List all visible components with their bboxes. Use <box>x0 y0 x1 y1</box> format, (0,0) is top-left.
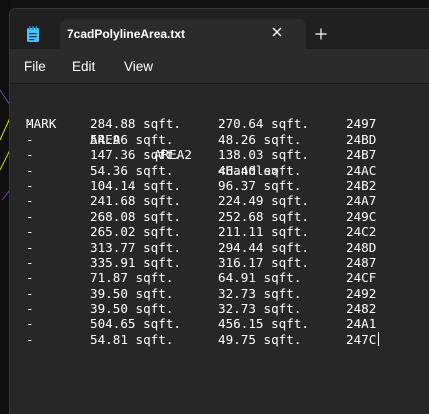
screen: 7cadPolylineArea.txt File Edit View MARK… <box>0 0 429 414</box>
row-area2: 49.75 sqft. <box>218 331 302 347</box>
tab-title: 7cadPolylineArea.txt <box>67 27 186 41</box>
row-mark: - <box>26 331 34 347</box>
row-handle: 2492 <box>346 285 377 301</box>
row-handle: 24A1 <box>346 316 377 332</box>
row-mark: - <box>26 162 34 178</box>
row-mark: - <box>26 193 34 209</box>
row-area2: 456.15 sqft. <box>218 316 309 332</box>
row-handle: 2487 <box>346 254 377 270</box>
row-handle: 24B2 <box>346 177 377 193</box>
row-mark: - <box>26 239 34 255</box>
notepad-window: 7cadPolylineArea.txt File Edit View MARK… <box>9 8 429 414</box>
row-mark: - <box>26 177 34 193</box>
text-line: - 313.77 sqft. 294.44 sqft. 248D <box>26 239 376 255</box>
text-line: - 104.14 sqft. 96.37 sqft. 24B2 <box>26 177 376 193</box>
text-line: - 54.96 sqft. 48.26 sqft. 24BD <box>26 131 376 147</box>
row-area: 39.50 sqft. <box>90 285 174 301</box>
row-mark: - <box>26 224 34 240</box>
tab-file[interactable]: 7cadPolylineArea.txt <box>60 19 306 49</box>
row-area: 147.36 sqft. <box>90 147 181 163</box>
menu-file[interactable]: File <box>24 59 46 74</box>
row-area2: 224.49 sqft. <box>218 193 309 209</box>
text-line: - 284.88 sqft. 270.64 sqft. 2497 <box>26 116 376 132</box>
row-area2: 294.44 sqft. <box>218 239 309 255</box>
row-area2: 48.26 sqft. <box>218 131 302 147</box>
text-line: - 71.87 sqft. 64.91 sqft. 24CF <box>26 270 376 286</box>
row-mark: - <box>26 316 34 332</box>
text-line: - 39.50 sqft. 32.73 sqft. 2482 <box>26 301 376 317</box>
row-area: 54.36 sqft. <box>90 162 174 178</box>
menu-edit[interactable]: Edit <box>72 59 95 74</box>
row-handle: 248D <box>346 239 377 255</box>
text-line: - 39.50 sqft. 32.73 sqft. 2492 <box>26 285 376 301</box>
row-area2: 270.64 sqft. <box>218 116 309 132</box>
row-area: 104.14 sqft. <box>90 177 181 193</box>
row-area2: 46.40 sqft. <box>218 162 302 178</box>
row-area: 335.91 sqft. <box>90 254 181 270</box>
row-area: 241.68 sqft. <box>90 193 181 209</box>
text-line: - 504.65 sqft. 456.15 sqft. 24A1 <box>26 316 376 332</box>
row-mark: - <box>26 270 34 286</box>
row-area2: 96.37 sqft. <box>218 177 302 193</box>
row-mark: - <box>26 147 34 163</box>
row-area: 54.81 sqft. <box>90 331 174 347</box>
menu-bar: File Edit View <box>10 49 429 83</box>
text-line: - 54.36 sqft. 46.40 sqft. 24AC <box>26 162 376 178</box>
row-handle: 24AC <box>346 162 377 178</box>
row-mark: - <box>26 285 34 301</box>
notepad-icon <box>26 26 40 43</box>
row-handle: 2497 <box>346 116 377 132</box>
header-line: MARK AREA AREA2 <Handle> <box>26 101 279 177</box>
close-icon[interactable] <box>268 23 286 41</box>
row-area2: 32.73 sqft. <box>218 285 302 301</box>
row-area: 71.87 sqft. <box>90 270 174 286</box>
text-line: - 265.02 sqft. 211.11 sqft. 24C2 <box>26 224 376 240</box>
row-area2: 252.68 sqft. <box>218 208 309 224</box>
title-bar: 7cadPolylineArea.txt <box>10 9 429 49</box>
row-area: 284.88 sqft. <box>90 116 181 132</box>
row-area: 54.96 sqft. <box>90 131 174 147</box>
row-mark: - <box>26 208 34 224</box>
row-mark: - <box>26 301 34 317</box>
row-area: 504.65 sqft. <box>90 316 181 332</box>
row-handle: 249C <box>346 208 377 224</box>
row-handle: 24A7 <box>346 193 377 209</box>
text-line: - 268.08 sqft. 252.68 sqft. 249C <box>26 208 376 224</box>
row-handle: 24C2 <box>346 224 377 240</box>
row-area: 39.50 sqft. <box>90 301 174 317</box>
row-mark: - <box>26 116 34 132</box>
text-line: - 335.91 sqft. 316.17 sqft. 2487 <box>26 254 376 270</box>
document-text[interactable]: MARK AREA AREA2 <Handle> - 284.88 sqft. 27… <box>26 101 379 347</box>
menu-view[interactable]: View <box>124 59 153 74</box>
row-area2: 32.73 sqft. <box>218 301 302 317</box>
row-area: 268.08 sqft. <box>90 208 181 224</box>
text-line: - 241.68 sqft. 224.49 sqft. 24A7 <box>26 193 376 209</box>
row-handle: 24BD <box>346 131 377 147</box>
row-handle: 24CF <box>346 270 377 286</box>
row-mark: - <box>26 131 34 147</box>
row-area: 265.02 sqft. <box>90 224 181 240</box>
text-line: - 54.81 sqft. 49.75 sqft. 247C <box>26 331 379 347</box>
row-area2: 211.11 sqft. <box>218 224 309 240</box>
row-area2: 138.03 sqft. <box>218 147 309 163</box>
text-caret <box>378 331 379 347</box>
plus-icon[interactable] <box>312 25 330 43</box>
text-editor[interactable]: MARK AREA AREA2 <Handle> - 284.88 sqft. 27… <box>10 83 429 414</box>
row-handle: 2482 <box>346 301 377 317</box>
row-handle: 247C <box>346 331 377 347</box>
row-handle: 24B7 <box>346 147 377 163</box>
row-mark: - <box>26 254 34 270</box>
text-line: - 147.36 sqft. 138.03 sqft. 24B7 <box>26 147 376 163</box>
row-area2: 64.91 sqft. <box>218 270 302 286</box>
row-area2: 316.17 sqft. <box>218 254 309 270</box>
row-area: 313.77 sqft. <box>90 239 181 255</box>
